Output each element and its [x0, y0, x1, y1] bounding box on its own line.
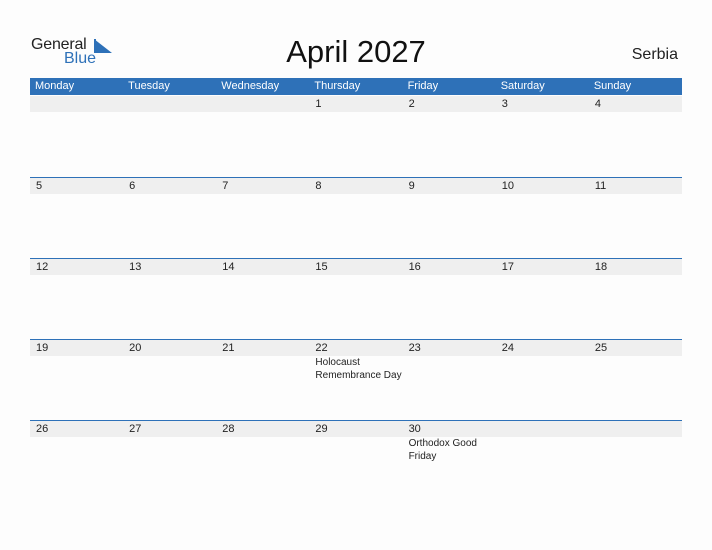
day-cell: 12: [30, 259, 123, 275]
weekday-monday: Monday: [35, 80, 75, 92]
day-cell: 18: [589, 259, 682, 275]
day-number: [222, 96, 309, 112]
day-number: [502, 421, 589, 437]
day-number: 5: [36, 180, 43, 192]
day-number: 20: [129, 342, 142, 354]
day-number: 6: [129, 180, 136, 192]
day-number: 27: [129, 423, 142, 435]
day-cell: 20: [123, 340, 216, 382]
day-number: 22: [315, 342, 328, 354]
day-cell: 15: [309, 259, 402, 275]
day-cell: 8: [309, 178, 402, 194]
day-number: 3: [501, 98, 508, 110]
day-number: [129, 96, 216, 112]
day-cell: 9: [403, 178, 496, 194]
day-cell: [30, 96, 123, 112]
day-cell: 19: [30, 340, 123, 382]
day-cell: [589, 421, 682, 463]
day-number: 7: [222, 180, 229, 192]
week-row: 5 6 7 8 9 10 11: [30, 177, 682, 258]
day-number: 21: [222, 342, 235, 354]
day-cell: 26: [30, 421, 123, 463]
day-number: 17: [501, 261, 514, 273]
day-cell: 14: [216, 259, 309, 275]
day-number: 18: [594, 261, 608, 273]
day-number: 11: [594, 180, 607, 192]
day-cell: 24: [496, 340, 589, 382]
weekday-thursday: Thursday: [314, 80, 361, 92]
day-cell: 11: [589, 178, 682, 194]
day-cell: [123, 96, 216, 112]
day-number: 29: [315, 423, 328, 435]
day-cell: 29: [309, 421, 402, 463]
day-number: 10: [501, 180, 514, 192]
day-cell: 7: [216, 178, 309, 194]
day-cell: 2: [403, 96, 496, 112]
weekday-friday: Friday: [407, 80, 439, 92]
day-cell: 21: [216, 340, 309, 382]
week-row: 26 27 28 29 30 Orthodox Good Friday: [30, 420, 682, 501]
day-number: [36, 96, 123, 112]
day-number: 19: [36, 342, 49, 354]
weekday-tuesday: Tuesday: [128, 80, 170, 92]
day-cell: 13: [123, 259, 216, 275]
day-cell: 30 Orthodox Good Friday: [403, 421, 496, 463]
weekday-wednesday: Wednesday: [221, 80, 280, 92]
day-number: 26: [36, 423, 49, 435]
day-number: 25: [594, 342, 608, 354]
day-number: 24: [501, 342, 514, 354]
day-number: 15: [315, 261, 328, 273]
day-number: 23: [408, 342, 421, 354]
week-row: 12 13 14 15 16 17 18: [30, 258, 682, 339]
day-number: 1: [315, 98, 322, 110]
holiday-event: Orthodox Good Friday: [408, 438, 477, 462]
weekday-sunday: Sunday: [593, 80, 632, 92]
day-number: [595, 421, 682, 437]
day-cell: 28: [216, 421, 309, 463]
day-number: 2: [408, 98, 415, 110]
day-cell: 1: [309, 96, 402, 112]
day-number: 16: [408, 261, 421, 273]
day-number: 30: [408, 423, 421, 435]
holiday-event: Holocaust Remembrance Day: [315, 357, 402, 381]
day-cell: 5: [30, 178, 123, 194]
day-number: 13: [129, 261, 142, 273]
day-cell: 27: [123, 421, 216, 463]
day-cell: 10: [496, 178, 589, 194]
day-cell: 16: [403, 259, 496, 275]
week-row: 1 2 3 4: [30, 95, 682, 176]
country-label: Serbia: [631, 46, 678, 63]
day-number: 14: [222, 261, 235, 273]
weekday-header: Monday Tuesday Wednesday Thursday Friday…: [30, 78, 682, 95]
day-number: 28: [222, 423, 235, 435]
day-cell: 4: [589, 96, 682, 112]
day-number: 4: [594, 98, 601, 110]
day-number: 9: [408, 180, 415, 192]
day-cell: 6: [123, 178, 216, 194]
day-number: 8: [315, 180, 322, 192]
day-cell: 23: [403, 340, 496, 382]
calendar-title: April 2027: [286, 34, 426, 69]
weekday-saturday: Saturday: [500, 80, 545, 92]
day-cell: [216, 96, 309, 112]
day-number: 12: [36, 261, 49, 273]
day-cell: [496, 421, 589, 463]
day-cell: 3: [496, 96, 589, 112]
day-cell: 25: [589, 340, 682, 382]
day-cell: 22 Holocaust Remembrance Day: [309, 340, 402, 382]
day-cell: 17: [496, 259, 589, 275]
week-row: 19 20 21 22 Holocaust Remembrance Day 23 24 25: [30, 339, 682, 420]
